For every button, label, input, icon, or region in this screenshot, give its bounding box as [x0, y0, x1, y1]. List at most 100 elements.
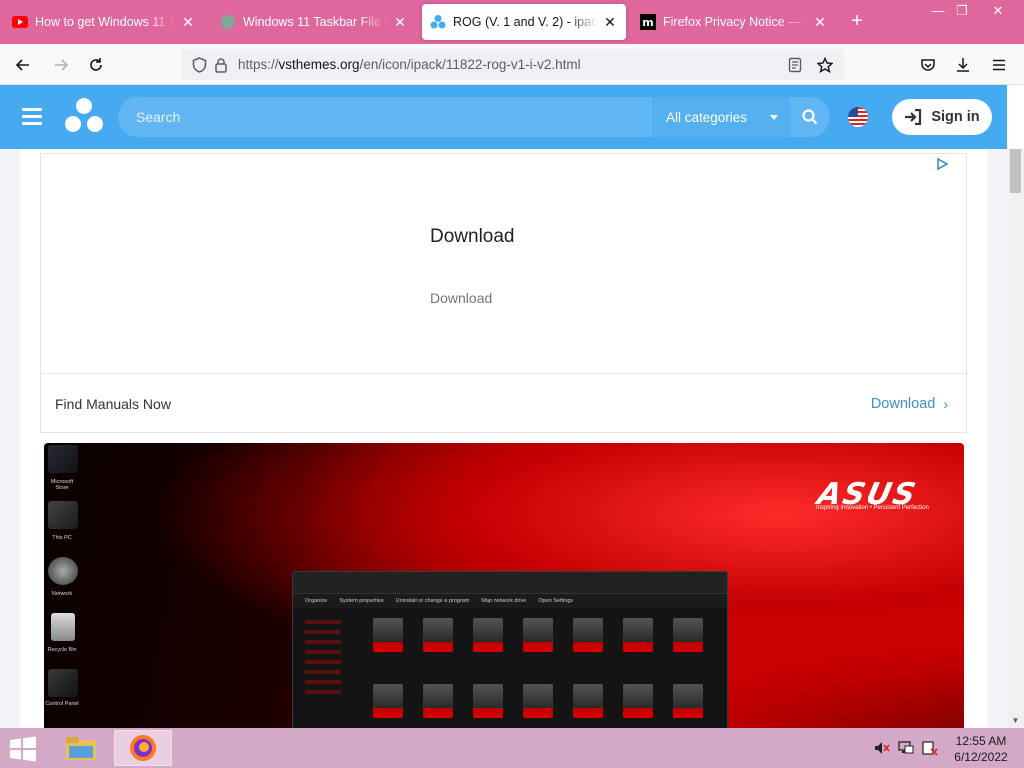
forward-arrow-icon [55, 59, 69, 71]
mozilla-icon: m [640, 14, 656, 30]
ad-choices-icon[interactable] [936, 158, 948, 170]
network-tray-icon[interactable] [898, 740, 914, 756]
rog-drive-icon [573, 684, 603, 718]
downloads-button[interactable] [950, 52, 976, 78]
firefox-icon [130, 735, 156, 761]
scrollbar-thumb[interactable] [1010, 149, 1021, 193]
chevron-down-icon [770, 115, 778, 120]
back-button[interactable] [10, 52, 36, 78]
scroll-down-arrow-icon[interactable]: ▼ [1007, 716, 1024, 726]
clock-date: 6/12/2022 [954, 750, 1008, 764]
menu-button[interactable] [986, 52, 1012, 78]
url-text[interactable]: https://vsthemes.org/en/icon/ipack/11822… [238, 57, 784, 72]
explorer-toolbar-item: System properties [339, 598, 384, 604]
rog-folder-icon [523, 618, 553, 652]
sign-in-label: Sign in [931, 109, 980, 125]
tab-close-icon[interactable]: ✕ [602, 14, 618, 30]
youtube-icon [12, 14, 28, 30]
new-tab-button[interactable]: + [848, 11, 866, 31]
tab-firefox-privacy[interactable]: m Firefox Privacy Notice — Mozilla ✕ [632, 4, 836, 40]
tab-close-icon[interactable]: ✕ [392, 14, 408, 30]
rog-drive-icon [473, 684, 503, 718]
lock-icon[interactable] [210, 54, 232, 76]
advertisement-box[interactable]: Download Download Find Manuals Now Downl… [40, 153, 967, 433]
page-content: Download Download Find Manuals Now Downl… [0, 149, 1007, 728]
rog-drive-icon [423, 684, 453, 718]
theme-preview-image[interactable]: Microsoft Store This PC Network Recycle … [44, 443, 964, 728]
windows-start-icon[interactable] [8, 736, 38, 762]
windows-taskbar: 12:55 AM 6/12/2022 [0, 728, 1024, 768]
explorer-toolbar-item: Organize [305, 598, 328, 604]
system-clock[interactable]: 12:55 AM 6/12/2022 [948, 733, 1014, 765]
desktop-icon-label: Network [51, 591, 73, 597]
action-center-icon[interactable] [922, 740, 938, 756]
tracking-protection-shield-icon[interactable] [188, 54, 210, 76]
control-panel-icon [48, 669, 78, 697]
ad-download-link[interactable]: Download › [871, 396, 948, 412]
tab-close-icon[interactable]: ✕ [812, 14, 828, 30]
site-logo[interactable] [64, 98, 104, 134]
url-scheme: https:// [238, 57, 279, 72]
search-input[interactable] [136, 97, 636, 137]
tab-rog-ipack[interactable]: ROG (V. 1 and V. 2) - ipack icons ✕ [422, 4, 626, 40]
window-close-icon[interactable]: ✕ [984, 0, 1012, 22]
chevron-right-icon: › [943, 396, 948, 412]
rog-drive-icon [523, 684, 553, 718]
tab-close-icon[interactable]: ✕ [180, 14, 196, 30]
bookmark-star-icon[interactable] [814, 54, 836, 76]
rog-folder-icon [423, 618, 453, 652]
reload-button[interactable] [83, 52, 109, 78]
site-menu-icon[interactable] [22, 108, 42, 126]
category-select[interactable]: All categories [653, 97, 790, 137]
category-select-value: All categories [666, 109, 748, 125]
ad-link[interactable]: Download [430, 290, 492, 306]
explorer-toolbar-item: Uninstall or change a program [395, 598, 470, 604]
restore-icon[interactable]: ❐ [948, 0, 976, 22]
file-explorer-icon [66, 737, 96, 760]
tab-youtube[interactable]: How to get Windows 11 Taskbar ✕ [4, 4, 204, 40]
tab-title: Firefox Privacy Notice — Mozilla [663, 15, 808, 29]
desktop-icon-label: Microsoft Store [50, 479, 74, 491]
globe-icon [220, 14, 236, 30]
network-icon [48, 557, 78, 585]
back-arrow-icon [15, 59, 29, 71]
ad-footer-text[interactable]: Find Manuals Now [55, 396, 171, 412]
search-icon [802, 109, 818, 125]
forward-button[interactable] [48, 52, 74, 78]
rog-folder-icon [573, 618, 603, 652]
rog-folder-icon [473, 618, 503, 652]
rog-folder-icon [673, 618, 703, 652]
content-column: Download Download Find Manuals Now Downl… [20, 149, 987, 728]
file-explorer-taskbar-button[interactable] [52, 730, 110, 766]
url-path: /en/icon/ipack/11822-rog-v1-i-v2.html [359, 57, 581, 72]
ad-headline[interactable]: Download [430, 226, 515, 248]
reader-view-icon[interactable] [784, 54, 806, 76]
address-bar[interactable]: https://vsthemes.org/en/icon/ipack/11822… [182, 49, 844, 80]
hamburger-menu-icon [993, 59, 1005, 71]
explorer-window-preview: Organize System properties Uninstall or … [292, 571, 728, 728]
clock-time: 12:55 AM [955, 734, 1007, 748]
explorer-toolbar-item: Map network drive [481, 598, 527, 604]
rog-folder-icon [373, 618, 403, 652]
firefox-taskbar-button[interactable] [114, 730, 172, 766]
us-flag-icon[interactable] [848, 107, 868, 127]
sign-in-button[interactable]: Sign in [892, 99, 992, 135]
search-button[interactable] [790, 97, 830, 137]
desktop-icon-label: This PC [52, 535, 72, 541]
explorer-toolbar: Organize System properties Uninstall or … [293, 594, 727, 608]
rog-drive-icon [673, 684, 703, 718]
pocket-icon [921, 59, 935, 71]
tab-title: ROG (V. 1 and V. 2) - ipack icons [453, 15, 598, 29]
explorer-toolbar-item: Open Settings [538, 598, 574, 604]
store-icon [48, 445, 78, 473]
tab-windows11-file[interactable]: Windows 11 Taskbar File by Sagar ✕ [212, 4, 416, 40]
pocket-button[interactable] [915, 52, 941, 78]
desktop-icon-label: Control Panel [45, 701, 79, 707]
computer-icon [48, 501, 78, 529]
page-scrollbar[interactable]: ▼ [1007, 149, 1024, 728]
browser-tab-strip: How to get Windows 11 Taskbar ✕ Windows … [0, 0, 1024, 44]
desktop-icon-label: Recycle Bin [47, 647, 77, 653]
recycle-bin-icon [51, 613, 75, 641]
url-domain: vsthemes.org [278, 57, 360, 72]
volume-muted-icon[interactable] [874, 740, 890, 756]
